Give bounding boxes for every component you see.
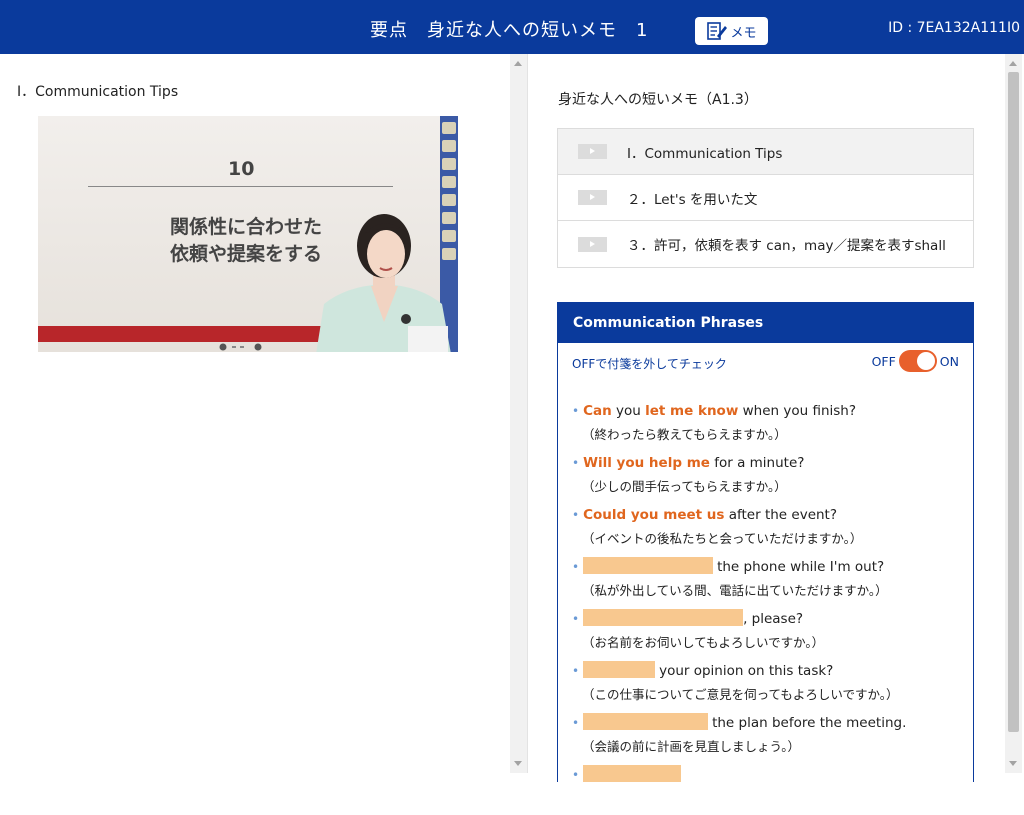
lesson-label: ３．許可，依頼を表す can，may／提案を表すshall [627, 238, 946, 254]
memo-pencil-icon [707, 22, 728, 40]
toggle-switch[interactable] [898, 350, 937, 372]
bullet-icon: • [572, 508, 580, 522]
phrase-text: for a minute? [709, 455, 805, 471]
phrase-japanese: （少しの間手伝ってもらえますか。） [582, 479, 787, 494]
section-title: Ⅰ．Communication Tips [17, 84, 179, 100]
tool-icon [442, 122, 456, 134]
scroll-up-icon[interactable] [514, 61, 522, 66]
phrase-text: , please? [743, 611, 804, 627]
bullet-icon: • [572, 612, 580, 626]
page-title: 要点 身近な人への短いメモ 1 [370, 20, 649, 41]
header-bar: 要点 身近な人への短いメモ 1 メモ ID : 7EA132A111I0 [0, 0, 1024, 54]
bullet-icon: • [572, 768, 580, 782]
phrases-instruction: OFFで付箋を外してチェック [572, 357, 727, 371]
phrase-japanese: （会議の前に計画を見直しましょう。） [582, 739, 801, 754]
sticky-note-toggle[interactable]: OFF ON [872, 350, 959, 372]
play-icon [578, 144, 607, 159]
tool-icon [442, 176, 456, 188]
bullet-icon: • [572, 664, 580, 678]
phrase-keyword: Can [583, 403, 612, 419]
sticky-note-blank[interactable] [583, 765, 682, 782]
bullet-icon: • [572, 404, 580, 418]
lesson-video[interactable]: 10 関係性に合わせた 依頼や提案をする [38, 116, 458, 352]
phrase-text: the phone while I'm out? [717, 559, 885, 575]
slide-text: 関係性に合わせた 依頼や提案をする [156, 214, 336, 268]
phrase-item: • Can you let me know when you finish? （終… [572, 399, 967, 451]
lesson-item[interactable]: ２．Let's を用いた文 [558, 175, 973, 221]
bullet-icon: • [572, 716, 580, 730]
video-controls-icon[interactable] [218, 342, 268, 352]
left-scrollbar[interactable] [510, 54, 527, 773]
bullet-icon: • [572, 560, 580, 574]
phrase-item: • [572, 763, 967, 815]
content-panel: 身近な人への短いメモ（A1.3） Ⅰ．Communication Tips ２．… [527, 54, 1005, 782]
sticky-note-blank[interactable] [583, 557, 714, 574]
phrase-english: • your opinion on this task? [572, 659, 967, 683]
unit-title: 身近な人への短いメモ（A1.3） [558, 92, 758, 108]
scroll-down-icon[interactable] [514, 761, 522, 766]
lesson-item[interactable]: ３．許可，依頼を表す can，may／提案を表すshall [558, 221, 973, 267]
phrase-text: the plan before the meeting. [712, 715, 907, 731]
phrase-english: • Could you meet us after the event? [572, 503, 967, 527]
phrase-japanese: （この仕事についてご意見を伺ってもよろしいですか。） [582, 687, 899, 702]
sticky-note-blank[interactable] [583, 713, 709, 730]
sticky-note-blank[interactable] [583, 609, 744, 626]
presenter-figure [316, 214, 451, 352]
phrase-japanese: （私が外出している間、電話に出ていただけますか。） [582, 583, 888, 598]
phrase-keyword: let me know [645, 403, 739, 419]
phrase-list: • Can you let me know when you finish? （終… [572, 399, 967, 815]
phrase-japanese: （終わったら教えてもらえますか。） [582, 427, 787, 442]
phrase-keyword: Could you meet us [583, 507, 725, 523]
lesson-label: Ⅰ．Communication Tips [627, 145, 783, 162]
slide-text-line2: 依頼や提案をする [169, 243, 322, 265]
phrase-english: • Will you help me for a minute? [572, 451, 967, 475]
phrase-item: • Will you help me for a minute? （少しの間手伝っ… [572, 451, 967, 503]
tool-icon [442, 140, 456, 152]
lesson-label: ２．Let's を用いた文 [627, 191, 758, 208]
phrase-item: • , please? （お名前をお伺いしてもよろしいですか。） [572, 607, 967, 659]
slide-number: 10 [228, 158, 255, 180]
phrase-item: • the plan before the meeting. （会議の前に計画を見… [572, 711, 967, 763]
phrase-item: • the phone while I'm out? （私が外出している間、電話に… [572, 555, 967, 607]
phrase-english: • the phone while I'm out? [572, 555, 967, 579]
video-panel: Ⅰ．Communication Tips 10 関係性に合わせた 依頼や提案をす… [0, 54, 510, 773]
phrase-japanese: （イベントの後私たちと会っていただけますか。） [582, 531, 863, 546]
lesson-item[interactable]: Ⅰ．Communication Tips [558, 129, 973, 175]
phrase-item: • Could you meet us after the event? （イベン… [572, 503, 967, 555]
lesson-list: Ⅰ．Communication Tips ２．Let's を用いた文 ３．許可，… [557, 128, 974, 268]
phrase-english: • the plan before the meeting. [572, 711, 967, 735]
phrase-japanese: （お名前をお伺いしてもよろしいですか。） [582, 635, 825, 650]
sticky-note-blank[interactable] [583, 661, 656, 678]
phrase-text: when you finish? [738, 403, 857, 419]
toggle-off-label: OFF [871, 353, 896, 369]
phrase-item: • your opinion on this task? （この仕事についてご意見… [572, 659, 967, 711]
phrases-heading: Communication Phrases [558, 303, 973, 343]
content-id: ID : 7EA132A111I0 [888, 20, 1020, 36]
memo-button-label: メモ [730, 25, 757, 41]
phrase-text: you [611, 403, 646, 419]
scroll-down-icon[interactable] [1009, 761, 1017, 766]
tool-icon [442, 158, 456, 170]
toggle-on-label: ON [939, 353, 959, 369]
play-icon [578, 190, 607, 205]
phrase-english: • [572, 763, 967, 787]
scroll-up-icon[interactable] [1009, 61, 1017, 66]
slide-divider [88, 186, 393, 187]
memo-button[interactable]: メモ [695, 17, 768, 45]
phrase-english: • Can you let me know when you finish? [572, 399, 967, 423]
scrollbar-thumb[interactable] [1008, 72, 1019, 732]
right-scrollbar[interactable] [1005, 54, 1022, 773]
phrase-english: • , please? [572, 607, 967, 631]
phrase-keyword: Will you help me [583, 455, 710, 471]
communication-phrases-box: Communication Phrases OFFで付箋を外してチェック OFF… [557, 302, 974, 782]
slide-text-line1: 関係性に合わせた [169, 216, 322, 238]
bullet-icon: • [572, 456, 580, 470]
phrase-text: your opinion on this task? [659, 663, 834, 679]
play-icon [578, 236, 607, 252]
phrase-text: after the event? [724, 507, 838, 523]
